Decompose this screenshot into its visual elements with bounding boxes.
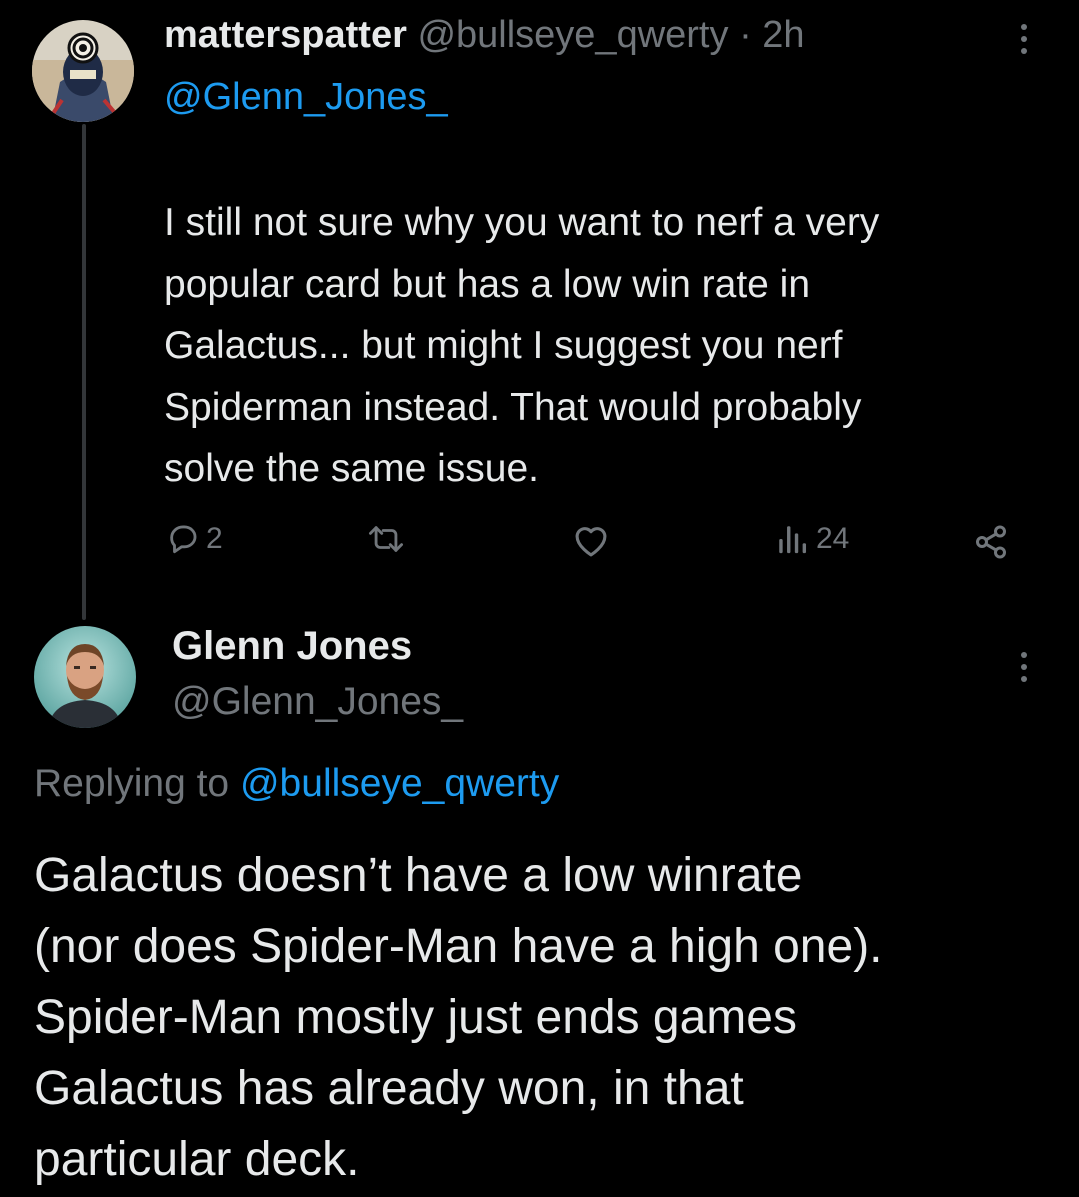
reply-button[interactable]: 2 — [166, 522, 223, 556]
reply-mention-link[interactable]: @Glenn_Jones_ — [164, 76, 448, 119]
reply-tweet-header: matterspatter @bullseye_qwerty · 2h — [164, 14, 805, 57]
avatar-glenn-jones[interactable] — [34, 626, 136, 728]
reply-display-name[interactable]: matterspatter — [164, 14, 407, 56]
reply-count: 2 — [206, 522, 223, 555]
main-text-line: Spider-Man mostly just ends games — [34, 991, 797, 1044]
reply-tweet-text: I still not sure why you want to nerf a … — [164, 192, 879, 500]
main-text-line: Galactus has already won, in that — [34, 1062, 744, 1115]
like-button[interactable] — [572, 524, 610, 558]
main-more-options-icon[interactable] — [1018, 652, 1030, 682]
reply-handle[interactable]: @bullseye_qwerty — [417, 14, 728, 56]
reply-separator: · — [739, 14, 752, 56]
main-handle[interactable]: @Glenn_Jones_ — [172, 680, 463, 724]
repost-button[interactable] — [366, 522, 406, 556]
reply-text-line: popular card but has a low win rate in — [164, 262, 811, 306]
reply-more-options-icon[interactable] — [1018, 24, 1030, 54]
main-text-line: Galactus doesn’t have a low winrate — [34, 849, 803, 902]
reply-text-line: Spiderman instead. That would probably — [164, 385, 862, 429]
share-icon — [976, 525, 1006, 559]
main-tweet-text: Galactus doesn’t have a low winrate (nor… — [34, 840, 883, 1195]
bar-chart-icon — [779, 526, 807, 554]
reply-text-line: solve the same issue. — [164, 447, 540, 490]
main-display-name[interactable]: Glenn Jones — [172, 624, 412, 669]
replying-to-line: Replying to @bullseye_qwerty — [34, 762, 559, 806]
speech-bubble-icon — [170, 525, 197, 554]
views-button[interactable]: 24 — [774, 522, 849, 556]
share-button[interactable] — [972, 524, 1010, 560]
main-text-line: particular deck. — [34, 1133, 360, 1186]
views-count: 24 — [816, 522, 850, 555]
thread-connector-line — [82, 124, 86, 620]
avatar-matterspatter[interactable] — [32, 20, 134, 122]
reply-text-line: I still not sure why you want to nerf a … — [164, 201, 880, 244]
reply-text-line: Galactus... but might I suggest you nerf — [164, 324, 843, 367]
reply-timestamp[interactable]: 2h — [762, 14, 804, 56]
replying-to-label: Replying to — [34, 762, 230, 805]
repost-icon — [369, 526, 404, 552]
heart-icon — [575, 527, 607, 557]
main-text-line: (nor does Spider-Man have a high one). — [34, 920, 883, 973]
replying-to-handle[interactable]: @bullseye_qwerty — [240, 762, 559, 805]
